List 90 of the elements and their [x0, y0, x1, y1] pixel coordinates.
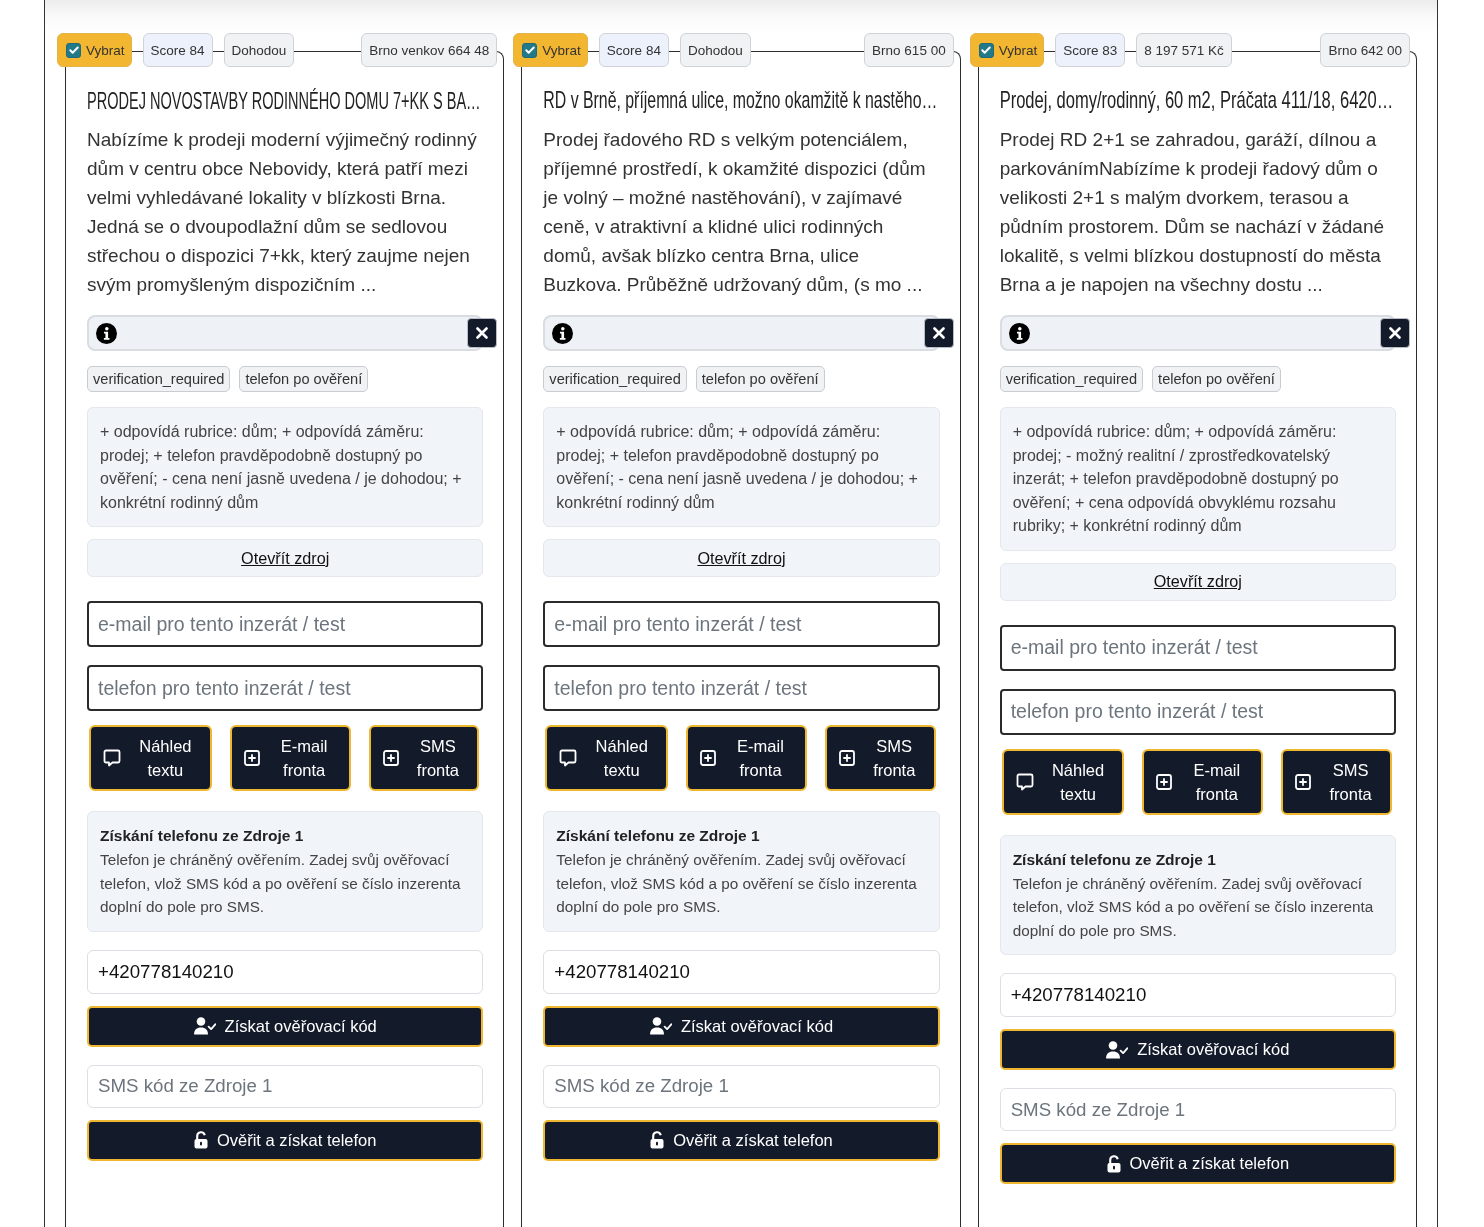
plus-square-icon [700, 750, 717, 766]
preview-button[interactable]: Náhled textu [89, 725, 212, 791]
close-button[interactable] [923, 318, 954, 348]
location-badge: Brno 642 00 [1320, 33, 1410, 67]
phone-number-field[interactable]: +420778140210 [999, 973, 1396, 1017]
queue-button[interactable]: SMS fronta [1281, 748, 1392, 815]
open-source-link[interactable]: Otevřít zdroj [87, 539, 484, 577]
verify-button[interactable]: Ověřit a získat telefon [999, 1143, 1396, 1184]
close-icon [932, 327, 945, 339]
evaluation-notes: + odpovídá rubrice: dům; + odpovídá záměru: prodej; + telefon pravděpodobně dostupný po ověření; - cena není jasně uvedena / je dohodou; + konkrétní rodinný dům [87, 407, 484, 527]
verification-heading: Získání telefonu ze Zdroje 1 [1012, 849, 1217, 870]
email-field[interactable]: e-mail pro tento inzerát / test [999, 624, 1396, 671]
tag: verification_required [999, 366, 1144, 392]
sms-code-field[interactable]: SMS kód ze Zdroje 1 [87, 1064, 484, 1108]
plus-square-icon [838, 750, 855, 766]
plus-square-icon [1156, 773, 1173, 790]
verification-text: Telefon je chráněný ověřením. Zadej svůj ověřovací telefon, vlož SMS kód a po ověření se číslo inzerenta doplní do pole pro SMS. [1012, 873, 1375, 941]
score-badge: Score 84 [142, 33, 213, 67]
queue-button[interactable]: E-mail fronta [1142, 748, 1264, 815]
unlock-icon [1106, 1154, 1121, 1173]
user-check-icon [193, 1017, 216, 1035]
evaluation-notes: + odpovídá rubrice: dům; + odpovídá záměru: prodej; + telefon pravděpodobně dostupný po ověření; - cena není jasně uvedena / je dohodou; + konkrétní rodinný dům [543, 407, 940, 527]
chat-icon [1015, 772, 1034, 791]
chat-icon [559, 749, 578, 767]
tag: telefon po ověření [239, 366, 369, 392]
close-icon [1389, 327, 1401, 339]
sms-code-field[interactable]: SMS kód ze Zdroje 1 [543, 1064, 940, 1108]
phone-field[interactable]: telefon pro tento inzerát / test [543, 665, 940, 711]
plus-square-icon [243, 750, 260, 766]
queue-button[interactable]: E-mail fronta [229, 725, 351, 791]
queue-button[interactable]: SMS fronta [368, 725, 480, 791]
evaluation-notes: + odpovídá rubrice: dům; + odpovídá záměru: prodej; - možný realitní / zprostředkovatelský inzerát; + telefon pravděpodobně dostupný po ověření; + cena odpovídá obvyklému rozsahu rubriky; + konkrétní rodinný dům [999, 407, 1396, 551]
request-code-button[interactable]: Získat ověřovací kód [87, 1005, 484, 1047]
preview-button[interactable]: Náhled textu [545, 725, 669, 791]
location-badge: Brno 615 00 [864, 33, 954, 67]
phone-number-field[interactable]: +420778140210 [87, 949, 484, 994]
phone-number-field[interactable]: +420778140210 [543, 949, 940, 994]
email-field[interactable]: e-mail pro tento inzerát / test [543, 601, 940, 647]
listing-description: Prodej RD 2+1 se zahradou, garáží, dílnou a parkovánímNabízíme k prodeji řadový dům o velikosti 2+1 s malým dvorkem, terasou a půdním prostorem. Dům se nachází v žádané lokalitě, s velmi blízkou dostupností do města Brna a je napojen na všechny dostu ... [999, 128, 1386, 297]
price-badge: Dohodou [223, 33, 295, 67]
tag: verification_required [543, 366, 687, 392]
unlock-icon [650, 1131, 665, 1149]
price-badge: Dohodou [679, 33, 751, 67]
select-toggle[interactable]: Vybrat [969, 33, 1045, 67]
close-button[interactable] [467, 318, 498, 348]
select-checkbox[interactable] [66, 42, 81, 58]
select-toggle[interactable]: Vybrat [57, 33, 132, 67]
location-badge: Brno venkov 664 48 [361, 33, 498, 67]
info-icon [552, 322, 574, 344]
select-checkbox[interactable] [978, 42, 994, 58]
user-check-icon [1106, 1040, 1129, 1059]
tag: telefon po ověření [695, 366, 825, 392]
unlock-icon [193, 1131, 208, 1149]
listing-description: Prodej řadového RD s velkým potenciálem, příjemné prostředí, k okamžité dispozici (dům je volný – možné nastěhování), v zajímavé ceně, v atraktivní a klidné ulici rodinných domů, avšak blízko centra Brna, ulice Buzkova. Průběžně udržovaný dům, (s mo ... [543, 128, 927, 297]
info-icon [96, 322, 117, 344]
listing-title: Prodej, domy/rodinný, 60 m2, Práčata 411/18, 6420… [999, 88, 1394, 114]
select-checkbox[interactable] [522, 42, 538, 58]
close-button[interactable] [1380, 318, 1410, 348]
request-code-button[interactable]: Získat ověřovací kód [999, 1029, 1396, 1070]
request-code-button[interactable]: Získat ověřovací kód [543, 1005, 940, 1047]
verify-button[interactable]: Ověřit a získat telefon [543, 1119, 940, 1161]
score-badge: Score 84 [598, 33, 669, 67]
email-field[interactable]: e-mail pro tento inzerát / test [87, 601, 484, 647]
score-badge: Score 83 [1055, 33, 1126, 67]
queue-button[interactable]: E-mail fronta [686, 725, 807, 791]
plus-square-icon [1295, 773, 1312, 790]
tag: telefon po ověření [1152, 366, 1281, 392]
open-source-link[interactable]: Otevřít zdroj [543, 539, 940, 577]
phone-field[interactable]: telefon pro tento inzerát / test [87, 665, 484, 711]
verify-button[interactable]: Ověřit a získat telefon [87, 1119, 484, 1161]
close-icon [476, 327, 489, 339]
listing-title: RD v Brně, příjemná ulice, možno okamžitě k nastěho… [543, 88, 938, 114]
open-source-link[interactable]: Otevřít zdroj [999, 562, 1396, 601]
info-icon [1008, 322, 1030, 344]
select-toggle[interactable]: Vybrat [513, 33, 588, 67]
preview-button[interactable]: Náhled textu [1001, 748, 1125, 815]
price-badge: 8 197 571 Kč [1136, 33, 1232, 67]
verification-heading: Získání telefonu ze Zdroje 1 [100, 826, 305, 846]
listing-description: Nabízíme k prodeji moderní výjimečný rodinný dům v centru obce Nebovidy, která patří mezi velmi vyhledávané lokality v blízkosti Brna. Jedná se o dvoupodlažní dům se sedlovou střechou o dispozici 7+kk, který zaujme nejen svým promyšleným dispozičním ... [87, 128, 478, 297]
plus-square-icon [382, 750, 399, 766]
tag: verification_required [87, 366, 231, 392]
queue-button[interactable]: SMS fronta [824, 725, 936, 791]
sms-code-field[interactable]: SMS kód ze Zdroje 1 [999, 1088, 1396, 1131]
phone-field[interactable]: telefon pro tento inzerát / test [999, 688, 1396, 735]
listing-title: PRODEJ NOVOSTAVBY RODINNÉHO DOMU 7+KK S BA… [87, 88, 481, 114]
verification-text: Telefon je chráněný ověřením. Zadej svůj ověřovací telefon, vlož SMS kód a po ověření se číslo inzerenta doplní do pole pro SMS. [100, 850, 462, 917]
chat-icon [103, 749, 121, 767]
verification-text: Telefon je chráněný ověřením. Zadej svůj ověřovací telefon, vlož SMS kód a po ověření se číslo inzerenta doplní do pole pro SMS. [556, 850, 918, 917]
verification-heading: Získání telefonu ze Zdroje 1 [556, 826, 761, 846]
user-check-icon [649, 1017, 672, 1035]
